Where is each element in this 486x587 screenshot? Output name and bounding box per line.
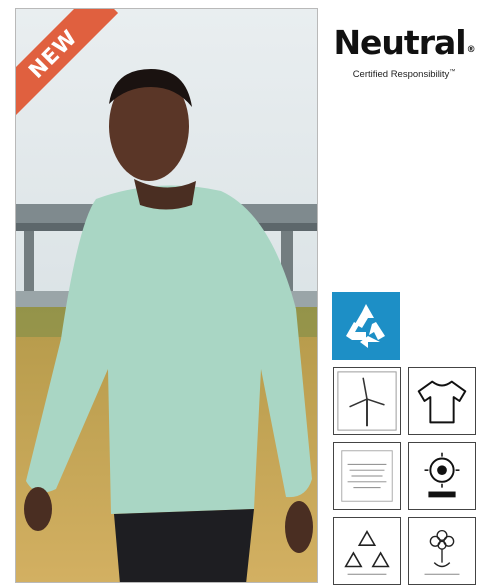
wind-turbine-icon [333,367,401,435]
product-photo: NEW [15,8,318,583]
recycle-icon [332,292,400,360]
registered-mark: ® [466,45,476,55]
text-certificate-icon [333,442,401,510]
model-image [16,9,317,582]
ecolabel-flower-icon [408,517,476,585]
t-shirt-icon [408,367,476,435]
recycle-outline-icon [333,517,401,585]
brand-tagline: Certified Responsibility™ [352,69,456,80]
brand-name: Neutral® [333,23,476,62]
brand-logo: Neutral® Certified Responsibility™ [328,23,480,81]
sun-badge-icon [408,442,476,510]
